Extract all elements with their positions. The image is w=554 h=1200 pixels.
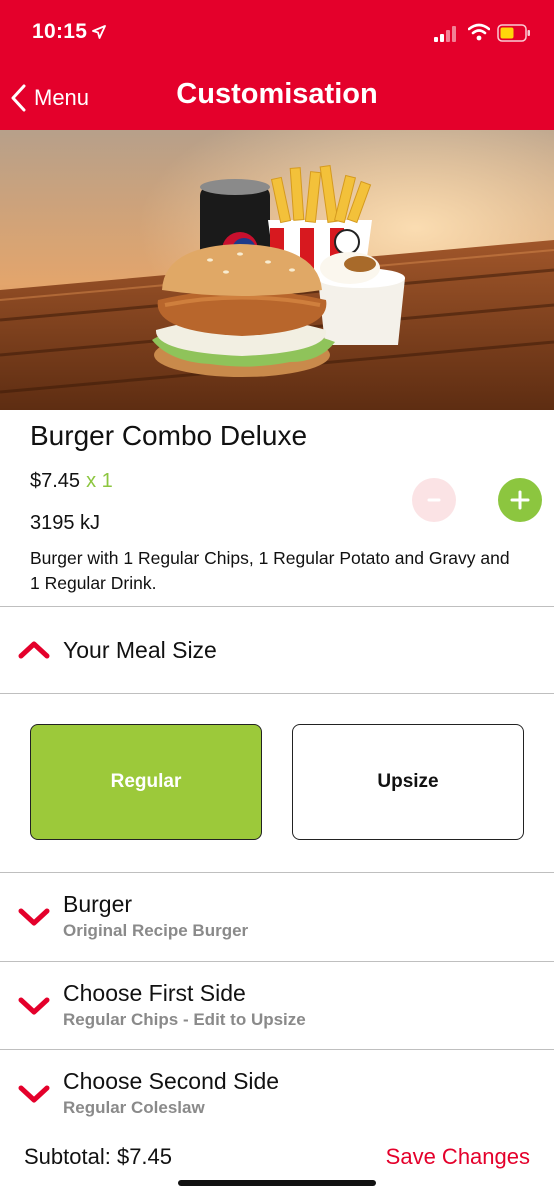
cellular-signal-icon <box>434 26 456 42</box>
chevron-down-icon <box>18 997 50 1015</box>
product-description: Burger with 1 Regular Chips, 1 Regular P… <box>30 548 510 593</box>
battery-icon <box>497 24 530 42</box>
increase-quantity-button[interactable] <box>498 478 542 522</box>
product-quantity: x 1 <box>86 470 113 492</box>
section-first-side[interactable]: Choose First Side Regular Chips - Edit t… <box>0 962 554 1049</box>
save-changes-button[interactable]: Save Changes <box>386 1144 530 1170</box>
decrease-quantity-button[interactable] <box>412 478 456 522</box>
chevron-left-icon <box>11 84 26 112</box>
product-image <box>0 130 554 410</box>
chevron-down-icon <box>18 1085 50 1103</box>
minus-icon <box>427 498 441 502</box>
nav-bar: Customisation Menu <box>0 64 554 130</box>
size-option-regular[interactable]: Regular <box>30 724 262 840</box>
section-subtitle: Original Recipe Burger <box>63 921 249 940</box>
divider <box>0 693 554 694</box>
plus-icon <box>510 490 530 510</box>
section-subtitle: Regular Chips - Edit to Upsize <box>63 1010 306 1029</box>
footer-bar: Subtotal: $7.45 Save Changes <box>0 1130 554 1200</box>
section-second-side[interactable]: Choose Second Side Regular Coleslaw <box>0 1050 554 1130</box>
section-title: Choose First Side <box>63 980 246 1006</box>
section-title: Burger <box>63 891 133 917</box>
product-energy: 3195 kJ <box>30 512 101 534</box>
section-title: Choose Second Side <box>63 1068 280 1094</box>
subtotal: Subtotal: $7.45 <box>24 1144 173 1169</box>
home-indicator[interactable] <box>178 1180 376 1186</box>
price-line: $7.45 x 1 <box>30 470 113 493</box>
meal-size-title: Your Meal Size <box>63 637 217 663</box>
status-bar: 10:15 <box>0 0 554 64</box>
back-button[interactable]: Menu <box>10 78 89 118</box>
chevron-down-icon <box>18 908 50 926</box>
section-burger[interactable]: Burger Original Recipe Burger <box>0 873 554 961</box>
product-price: $7.45 <box>30 470 81 492</box>
meal-size-header[interactable]: Your Meal Size <box>0 607 554 693</box>
size-option-upsize[interactable]: Upsize <box>292 724 524 840</box>
product-name: Burger Combo Deluxe <box>30 420 308 451</box>
location-arrow-icon <box>92 25 106 39</box>
back-label: Menu <box>34 85 90 110</box>
chevron-up-icon <box>18 641 50 659</box>
section-subtitle: Regular Coleslaw <box>63 1098 205 1117</box>
wifi-icon <box>468 23 490 41</box>
status-time: 10:15 <box>32 20 88 43</box>
